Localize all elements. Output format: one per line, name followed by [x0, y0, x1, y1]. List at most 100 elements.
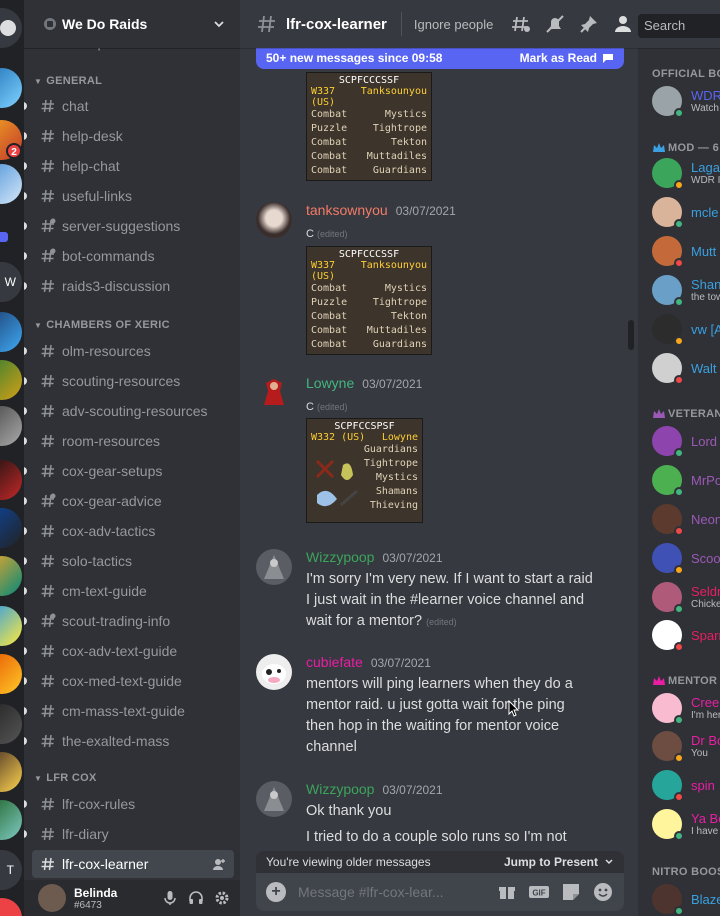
avatar[interactable]	[256, 202, 292, 238]
channel-item[interactable]: help-desk	[24, 122, 234, 150]
pin-icon[interactable]	[578, 13, 600, 35]
member-list-icon[interactable]	[612, 13, 634, 35]
server-icon[interactable]	[0, 312, 22, 352]
server-icon[interactable]	[0, 752, 22, 792]
message-author[interactable]: cubiefate	[306, 654, 363, 670]
member-item[interactable]: Lord	[652, 422, 720, 460]
guild-header[interactable]: We Do Raids	[24, 0, 240, 48]
member-item[interactable]: Walt	[652, 349, 720, 387]
jump-to-present-button[interactable]: Jump to Present	[504, 855, 598, 869]
server-icon[interactable]	[0, 460, 22, 500]
server-icon[interactable]	[0, 68, 22, 108]
channel-item[interactable]: bot-commands	[24, 242, 234, 270]
status-indicator	[674, 792, 684, 802]
member-name: Dr Bo	[691, 733, 720, 748]
server-icon[interactable]: W	[0, 262, 22, 302]
avatar[interactable]	[38, 884, 66, 912]
member-item[interactable]: Blaze	[652, 880, 720, 916]
channel-item[interactable]: chat	[24, 92, 234, 120]
server-icon[interactable]: T	[0, 850, 22, 890]
channel-item[interactable]: scouting-resources	[24, 367, 234, 395]
channel-item[interactable]: cox-adv-tactics	[24, 517, 234, 545]
home-button[interactable]	[0, 8, 22, 48]
member-item[interactable]: spin	[652, 766, 720, 804]
message-author[interactable]: Lowyne	[306, 375, 354, 391]
channel-item[interactable]: cox-gear-setups	[24, 457, 234, 485]
server-icon[interactable]	[0, 704, 22, 744]
member-item[interactable]: Neon	[652, 500, 720, 538]
emoji-icon[interactable]	[592, 881, 614, 903]
raid-scout-image[interactable]: SCPFCCCSSF W337 (US) Tanksounyou Combat Myst…	[306, 246, 432, 355]
mark-as-read-button[interactable]: Mark as Read	[520, 51, 597, 65]
message-author[interactable]: tanksownyou	[306, 202, 388, 218]
search-input[interactable]: Search	[638, 14, 720, 38]
category-lfr-cox[interactable]: ▼ LFR COX	[34, 772, 97, 784]
avatar[interactable]	[256, 549, 292, 585]
server-icon[interactable]	[0, 898, 22, 916]
raid-scout-image[interactable]: SCPFCCCSSF W337 (US) Tanksounyou Combat Myst…	[306, 72, 432, 181]
server-icon[interactable]	[0, 654, 22, 694]
card-room-type: Combat	[311, 311, 348, 322]
microphone-icon[interactable]	[162, 890, 178, 906]
channel-topic[interactable]: Ignore people...	[414, 17, 494, 32]
message-author[interactable]: Wizzypoop	[306, 549, 374, 565]
message-input[interactable]: Message #lfr-cox-lear...	[298, 884, 496, 900]
notifications-muted-icon[interactable]	[544, 13, 566, 35]
member-item[interactable]: Dr BoYou	[652, 727, 720, 765]
server-icon[interactable]	[0, 508, 22, 548]
add-member-icon[interactable]	[212, 857, 226, 871]
member-item[interactable]: mcle	[652, 193, 720, 231]
sticker-icon[interactable]	[560, 881, 582, 903]
raid-scout-image[interactable]: SCPFCCSPSF W332 (US) Lowyne Guardians Tightr…	[306, 418, 423, 523]
member-item[interactable]: Mutt	[652, 232, 720, 270]
server-icon[interactable]	[0, 164, 22, 204]
channel-item[interactable]: adv-scouting-resources	[24, 397, 234, 425]
server-icon[interactable]	[0, 800, 22, 840]
server-icon[interactable]	[0, 406, 22, 446]
channel-item[interactable]: cox-adv-text-guide	[24, 637, 234, 665]
server-icon[interactable]	[0, 360, 22, 400]
channel-item[interactable]: cox-gear-advice	[24, 487, 234, 515]
channel-item[interactable]: cox-med-text-guide	[24, 667, 234, 695]
member-item[interactable]: Shan the tow	[652, 271, 720, 309]
scrollbar[interactable]	[628, 320, 634, 350]
threads-icon[interactable]	[510, 13, 532, 35]
channel-item[interactable]: scout-trading-info	[24, 607, 234, 635]
message-author[interactable]: Wizzypoop	[306, 781, 374, 797]
channel-item[interactable]: server-suggestions	[24, 212, 234, 240]
attach-plus-button[interactable]: +	[266, 882, 286, 902]
member-item[interactable]: Scoo	[652, 539, 720, 577]
member-item[interactable]: Laga WDR I	[652, 154, 720, 192]
gear-icon[interactable]	[214, 890, 230, 906]
category-chambers-of-xeric[interactable]: ▼ CHAMBERS OF XERIC	[34, 319, 170, 331]
member-item[interactable]: Ya BoI have	[652, 805, 720, 843]
channel-item[interactable]: room-resources	[24, 427, 234, 455]
member-item[interactable]: WDR Watch	[652, 82, 720, 120]
channel-item[interactable]: raids3-discussion	[24, 272, 234, 300]
server-icon[interactable]	[0, 606, 22, 646]
gift-icon[interactable]	[496, 881, 518, 903]
channel-item[interactable]: solo-tactics	[24, 547, 234, 575]
member-item[interactable]: Cree I'm her	[652, 689, 720, 727]
headphones-icon[interactable]	[188, 890, 204, 906]
channel-item[interactable]: the-exalted-mass	[24, 727, 234, 755]
member-item[interactable]: vw [A	[652, 310, 720, 348]
channel-item[interactable]: lfr-diary	[24, 820, 234, 848]
channel-item[interactable]: help-chat	[24, 152, 234, 180]
server-icon[interactable]	[0, 556, 22, 596]
avatar[interactable]	[256, 654, 292, 690]
channel-item[interactable]: lfr-cox-learner	[32, 850, 234, 878]
member-item[interactable]: MrPo	[652, 461, 720, 499]
channel-item[interactable]: olm-resources	[24, 337, 234, 365]
channel-item[interactable]: cm-text-guide	[24, 577, 234, 605]
avatar[interactable]	[256, 781, 292, 817]
member-item[interactable]: Sparr	[652, 616, 720, 654]
category-general[interactable]: ▼ GENERAL	[34, 75, 102, 87]
channel-item[interactable]: lfr-cox-rules	[24, 790, 234, 818]
member-item[interactable]: Seldr Chicke	[652, 578, 720, 616]
avatar[interactable]	[256, 375, 292, 411]
gif-icon[interactable]: GIF	[528, 881, 550, 903]
channel-item[interactable]: cm-mass-text-guide	[24, 697, 234, 725]
channel-item[interactable]: useful-links	[24, 182, 234, 210]
new-messages-banner[interactable]: 50+ new messages since 09:58 Mark as Rea…	[256, 47, 624, 69]
